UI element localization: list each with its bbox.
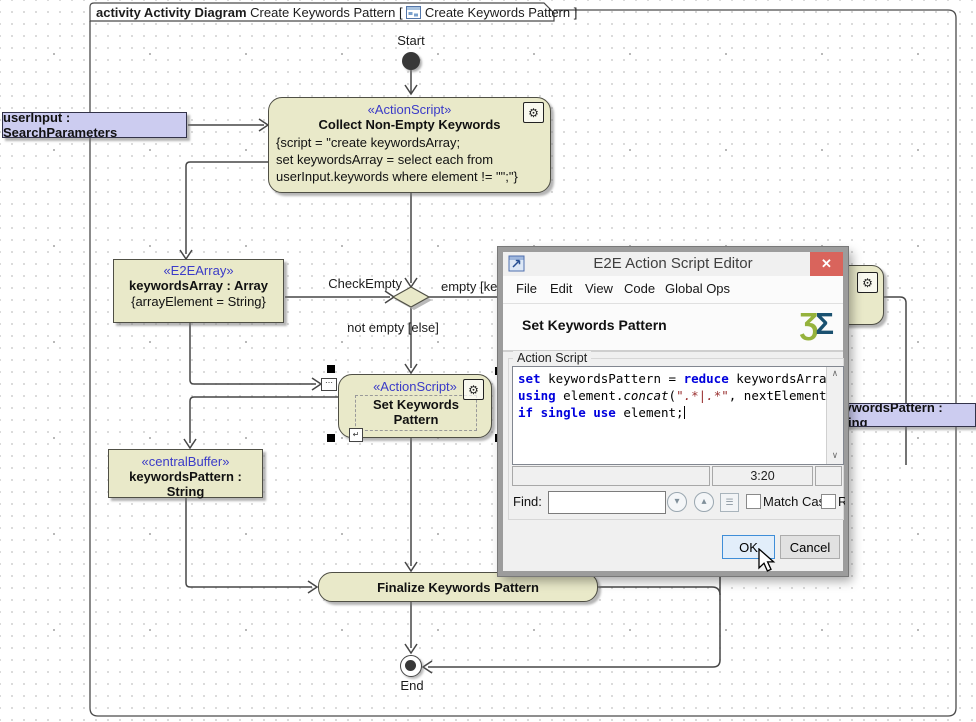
find-options-icon[interactable]: ☰ bbox=[720, 493, 739, 512]
dialog-header: Set Keywords Pattern ƷΣ bbox=[503, 304, 843, 352]
collect-name: Collect Non-Empty Keywords bbox=[269, 117, 550, 132]
match-case-checkbox[interactable] bbox=[746, 494, 761, 509]
find-input[interactable] bbox=[548, 491, 666, 514]
find-next-icon[interactable]: ▾ bbox=[667, 492, 687, 512]
menu-file[interactable]: File bbox=[516, 281, 537, 296]
e2e-action-script-editor-dialog: E2E Action Script Editor ✕ File Edit Vie… bbox=[498, 247, 848, 576]
menu-view[interactable]: View bbox=[585, 281, 613, 296]
action-script-group-label: Action Script bbox=[513, 351, 591, 365]
selection-handle[interactable] bbox=[327, 365, 335, 373]
keywords-array-stereotype: «E2EArray» bbox=[114, 263, 283, 278]
regex-checkbox[interactable] bbox=[821, 494, 836, 509]
central-buffer-node[interactable]: «centralBuffer» keywordsPattern : String bbox=[108, 449, 263, 498]
frame-tab-keyword: activity Activity Diagram bbox=[96, 5, 247, 20]
final-node-core bbox=[405, 660, 416, 671]
hidden-buffer-node[interactable]: keywordsPattern : String bbox=[826, 403, 976, 427]
decision-label: CheckEmpty bbox=[322, 276, 402, 291]
status-cursor-position: 3:20 bbox=[712, 466, 813, 486]
set-keywords-name-line1: Set Keywords bbox=[356, 397, 476, 412]
edge-label-not-empty: not empty [else] bbox=[337, 320, 449, 335]
find-bar: Find: ▾ ▴ ☰ Match Case Re bbox=[509, 490, 845, 514]
e2e-logo-icon: ƷΣ bbox=[799, 306, 831, 342]
cancel-button[interactable]: Cancel bbox=[780, 535, 840, 559]
scroll-up-icon[interactable]: ∧ bbox=[827, 367, 843, 382]
menu-edit[interactable]: Edit bbox=[550, 281, 572, 296]
frame-tab-name: Create Keywords Pattern [ bbox=[250, 5, 402, 20]
action-script-code-editor[interactable]: set keywordsPattern = reduce keywordsArr… bbox=[512, 366, 844, 465]
collect-script-line: userInput.keywords where element != "";"… bbox=[276, 168, 550, 185]
gear-icon[interactable]: ⚙ bbox=[463, 379, 484, 400]
keywords-array-constraint: {arrayElement = String} bbox=[114, 293, 283, 310]
edge-label-empty: empty [key bbox=[441, 279, 499, 294]
close-button[interactable]: ✕ bbox=[810, 252, 843, 276]
dialog-titlebar[interactable]: E2E Action Script Editor ✕ bbox=[503, 252, 843, 276]
code-scrollbar[interactable]: ∧ ∨ bbox=[826, 367, 843, 464]
action-node-finalize[interactable]: Finalize Keywords Pattern bbox=[318, 572, 598, 602]
status-segment-right bbox=[815, 466, 842, 486]
object-node-user-input[interactable]: userInput : SearchParameters bbox=[2, 112, 187, 138]
output-pin-icon[interactable]: ↵ bbox=[349, 428, 363, 442]
code-text: set keywordsPattern = reduce keywordsArr… bbox=[518, 370, 834, 421]
end-node-label: End bbox=[394, 678, 430, 693]
e2e-logo-left: Ʒ bbox=[799, 306, 815, 341]
start-node-label: Start bbox=[380, 33, 442, 48]
mouse-cursor bbox=[757, 548, 779, 576]
object-node-keywords-array[interactable]: «E2EArray» keywordsArray : Array {arrayE… bbox=[113, 259, 284, 323]
selection-handle[interactable] bbox=[327, 434, 335, 442]
e2e-logo-right: Σ bbox=[815, 306, 831, 341]
input-pin-icon[interactable]: ⋯ bbox=[321, 378, 337, 391]
frame-tab: activity Activity Diagram Create Keyword… bbox=[96, 5, 577, 20]
find-label: Find: bbox=[513, 494, 542, 509]
collect-script-line: {script = "create keywordsArray; bbox=[276, 134, 550, 151]
central-buffer-stereotype: «centralBuffer» bbox=[109, 454, 262, 469]
menu-code[interactable]: Code bbox=[624, 281, 655, 296]
collect-stereotype: «ActionScript» bbox=[269, 102, 550, 117]
dialog-title: E2E Action Script Editor bbox=[503, 255, 843, 272]
gear-icon[interactable]: ⚙ bbox=[857, 272, 878, 293]
dialog-menubar: File Edit View Code Global Ops bbox=[503, 276, 843, 304]
menu-global-ops[interactable]: Global Ops bbox=[665, 281, 730, 296]
set-keywords-name-line2: Pattern bbox=[356, 412, 476, 427]
diagram-icon bbox=[406, 6, 421, 19]
scroll-down-icon[interactable]: ∨ bbox=[827, 449, 843, 464]
activity-final-node[interactable] bbox=[400, 655, 422, 677]
status-segment-left bbox=[512, 466, 710, 486]
action-node-collect-keywords[interactable]: «ActionScript» Collect Non-Empty Keyword… bbox=[268, 97, 551, 193]
initial-node[interactable] bbox=[402, 52, 420, 70]
finalize-name: Finalize Keywords Pattern bbox=[377, 580, 539, 595]
gear-icon[interactable]: ⚙ bbox=[523, 102, 544, 123]
keywords-array-name: keywordsArray : Array bbox=[114, 278, 283, 293]
dialog-header-title: Set Keywords Pattern bbox=[522, 317, 667, 333]
frame-tab-inner-name: Create Keywords Pattern ] bbox=[425, 5, 577, 20]
editor-statusbar: 3:20 bbox=[512, 466, 842, 486]
find-prev-icon[interactable]: ▴ bbox=[694, 492, 714, 512]
hidden-buffer-label: keywordsPattern : String bbox=[830, 403, 975, 427]
central-buffer-name: keywordsPattern : String bbox=[109, 469, 262, 499]
regex-label: Re bbox=[838, 494, 845, 509]
collect-script-line: set keywordsArray = select each from bbox=[276, 151, 550, 168]
activity-diagram-canvas: activity Activity Diagram Create Keyword… bbox=[0, 0, 976, 722]
